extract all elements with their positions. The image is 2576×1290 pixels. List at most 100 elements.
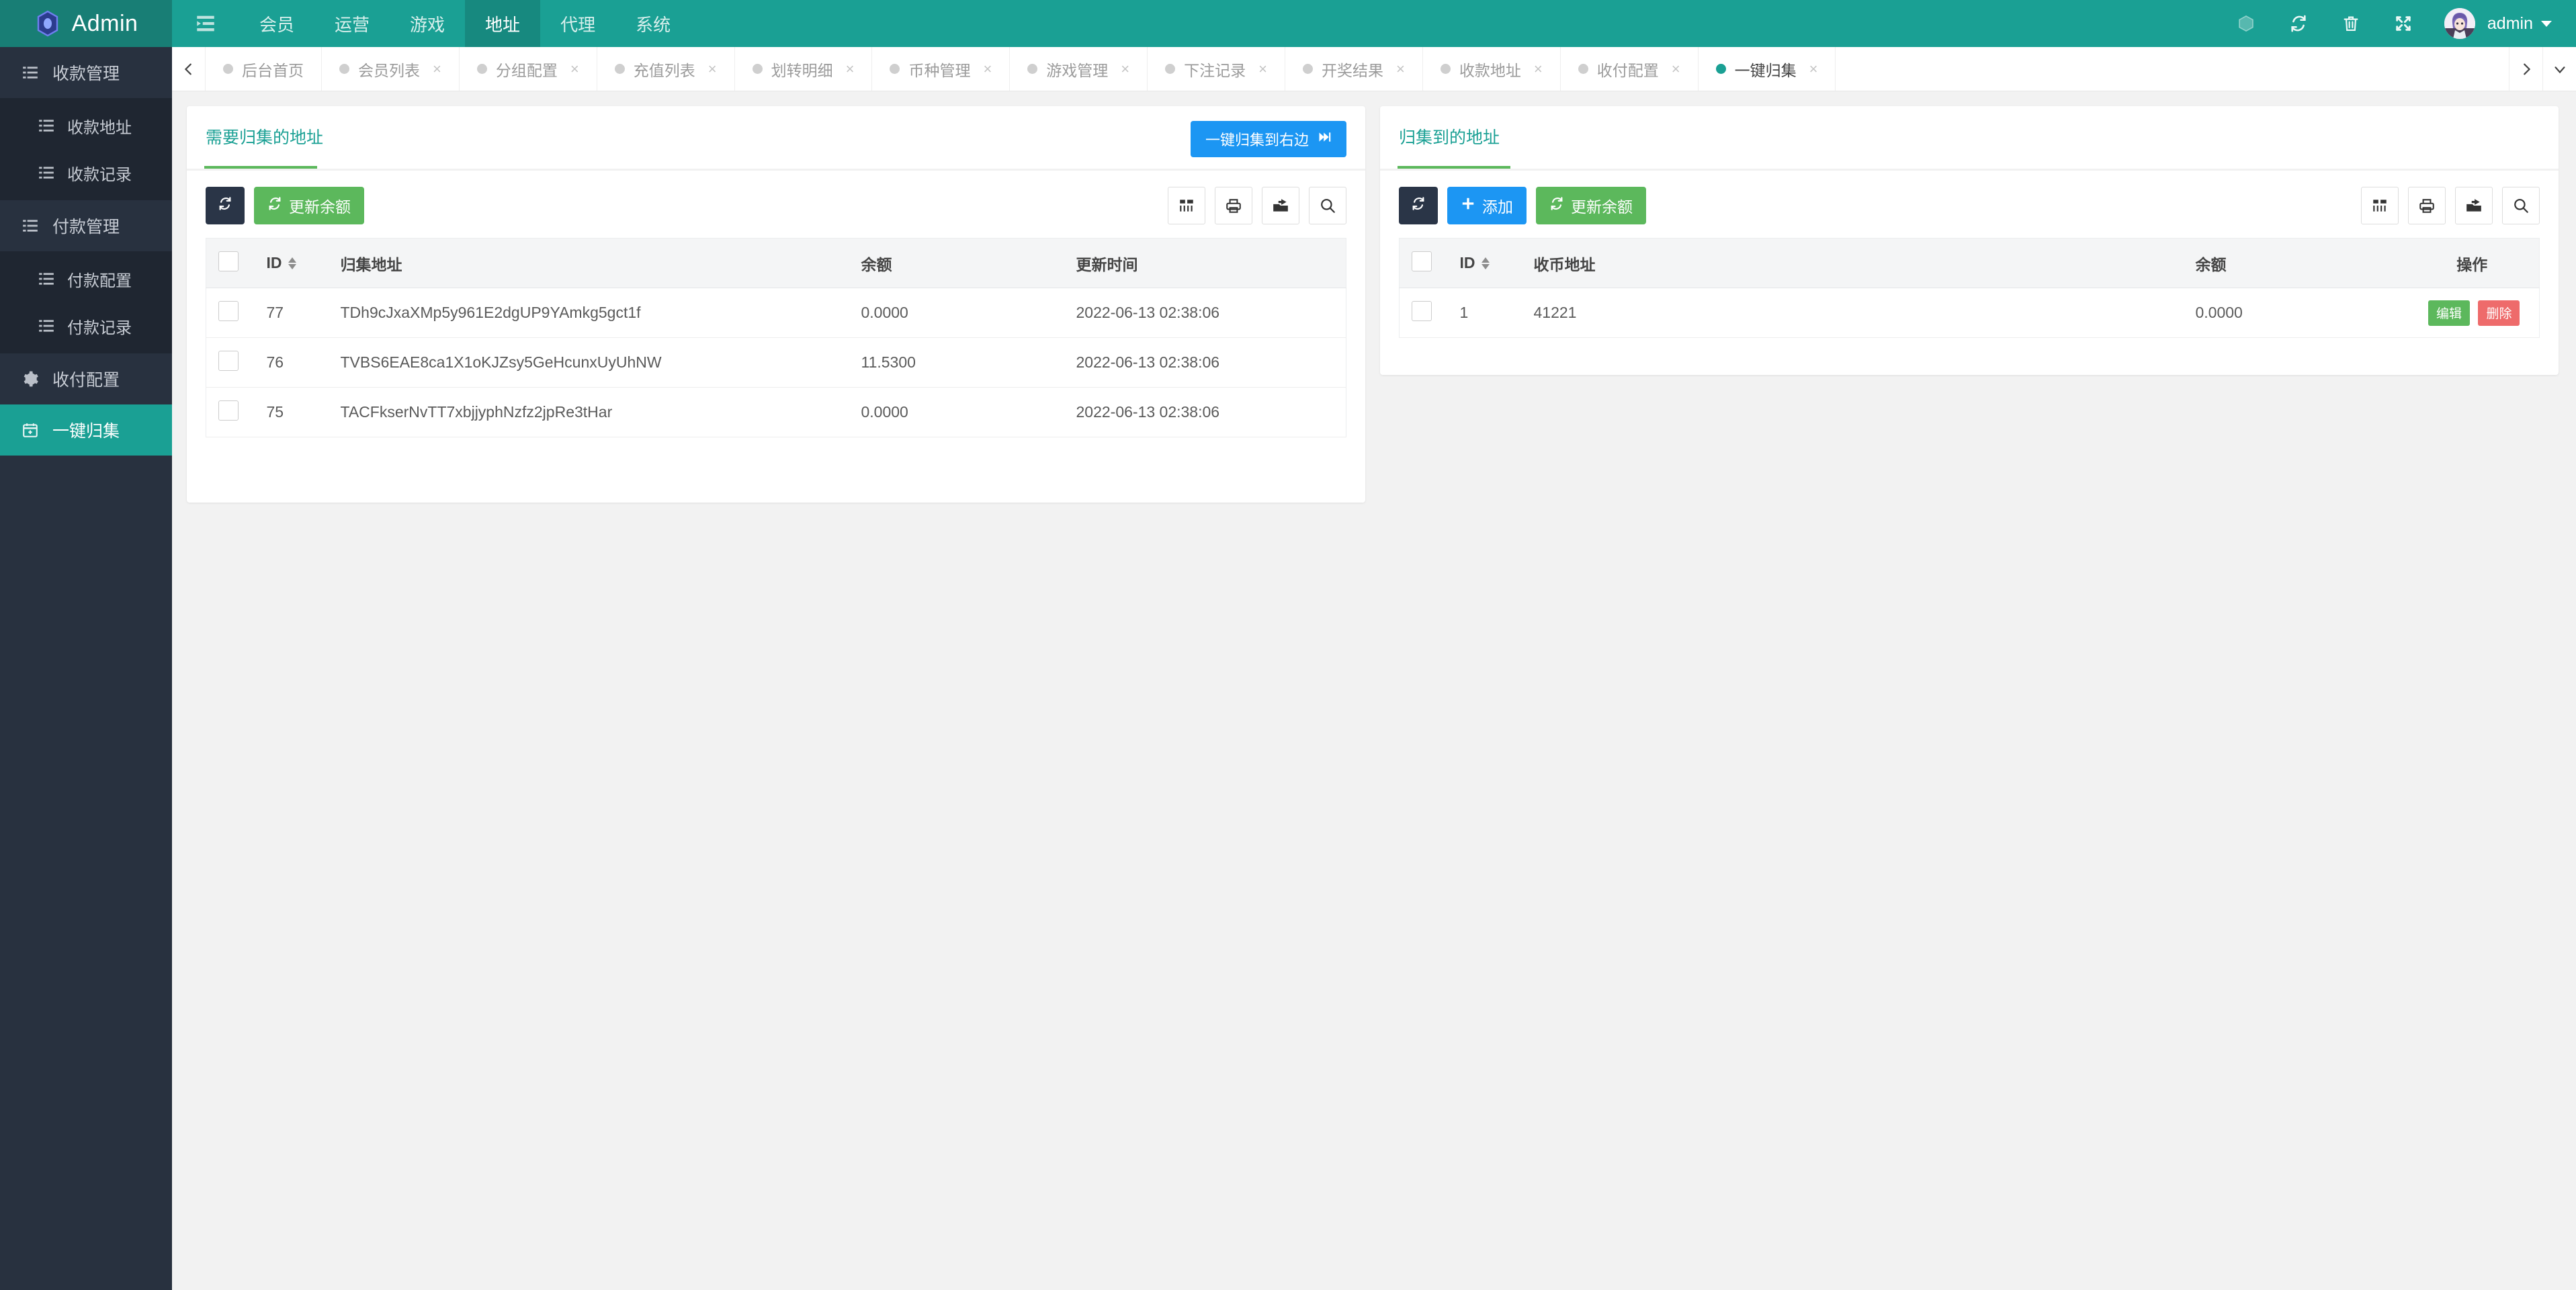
- right-table-head: ID 收币地址 余额 操作: [1399, 238, 2540, 288]
- fullscreen-icon[interactable]: [2377, 0, 2430, 47]
- brand-logo-area[interactable]: Admin: [0, 0, 172, 47]
- one-key-collect-to-right-button[interactable]: 一键归集到右边: [1190, 121, 1346, 157]
- nav-item-5[interactable]: 系统: [615, 0, 691, 47]
- table-row[interactable]: 76 TVBS6EAE8ca1X1oKJZsy5GeHcunxUyUhNW 11…: [206, 337, 1346, 388]
- sidebar-item-payment-record[interactable]: 付款记录: [0, 302, 172, 349]
- close-icon[interactable]: ×: [1672, 60, 1680, 78]
- close-icon[interactable]: ×: [983, 60, 992, 78]
- nav-item-2[interactable]: 游戏: [390, 0, 465, 47]
- calendar-plus-icon: [22, 421, 39, 439]
- sidebar-item-receipt-record[interactable]: 收款记录: [0, 149, 172, 196]
- print-icon[interactable]: [2408, 187, 2446, 224]
- close-icon[interactable]: ×: [433, 60, 441, 78]
- search-icon[interactable]: [1309, 187, 1346, 224]
- tab-label: 游戏管理: [1046, 61, 1109, 79]
- tab-status-dot: [890, 64, 900, 74]
- close-icon[interactable]: ×: [1809, 60, 1818, 78]
- left-update-balance-button[interactable]: 更新余额: [254, 187, 364, 224]
- user-name-label: admin: [2487, 13, 2533, 33]
- select-all-checkbox[interactable]: [218, 251, 239, 271]
- sort-arrows-icon[interactable]: [288, 257, 296, 269]
- left-toolbar: 更新余额: [206, 187, 1346, 224]
- tab-item-10[interactable]: 收付配置 ×: [1561, 47, 1699, 91]
- left-th-id[interactable]: ID: [254, 238, 329, 288]
- list-icon: [38, 317, 55, 335]
- tab-status-dot: [1440, 64, 1451, 74]
- chevron-down-icon[interactable]: [2542, 47, 2576, 91]
- columns-icon[interactable]: [1168, 187, 1205, 224]
- tab-item-3[interactable]: 充值列表 ×: [597, 47, 735, 91]
- chevron-right-icon[interactable]: [2509, 47, 2542, 91]
- nav-item-3[interactable]: 地址: [465, 0, 541, 47]
- nav-item-0[interactable]: 会员: [239, 0, 314, 47]
- close-icon[interactable]: ×: [1396, 60, 1405, 78]
- close-icon[interactable]: ×: [708, 60, 717, 78]
- right-panel-header: 归集到的地址: [1380, 106, 2559, 171]
- tab-label: 币种管理: [908, 61, 971, 79]
- row-updated-at: 2022-06-13 02:38:06: [1064, 387, 1346, 437]
- row-address: TDh9cJxaXMp5y961E2dgUP9YAmkg5gct1f: [328, 288, 849, 338]
- table-row[interactable]: 75 TACFkserNvTT7xbjjyphNzfz2jpRe3tHar 0.…: [206, 387, 1346, 437]
- sidebar-item-one-key-collect[interactable]: 一键归集: [0, 404, 172, 456]
- user-menu[interactable]: admin: [2487, 14, 2552, 34]
- tab-item-1[interactable]: 会员列表 ×: [322, 47, 460, 91]
- tab-item-7[interactable]: 下注记录 ×: [1148, 47, 1286, 91]
- table-row[interactable]: 77 TDh9cJxaXMp5y961E2dgUP9YAmkg5gct1f 0.…: [206, 288, 1346, 338]
- nav-item-1[interactable]: 运营: [314, 0, 390, 47]
- left-refresh-button[interactable]: [206, 187, 245, 224]
- close-icon[interactable]: ×: [846, 60, 855, 78]
- sidebar-item-receipt-address[interactable]: 收款地址: [0, 102, 172, 149]
- sidebar-collapse-icon[interactable]: [172, 0, 239, 47]
- right-th-id[interactable]: ID: [1447, 238, 1522, 288]
- close-icon[interactable]: ×: [1121, 60, 1129, 78]
- main-nav-menu: 会员 运营 游戏 地址 代理 系统: [239, 0, 691, 47]
- sort-arrows-icon[interactable]: [1481, 257, 1490, 269]
- close-icon[interactable]: ×: [1534, 60, 1543, 78]
- row-checkbox[interactable]: [218, 300, 239, 321]
- sidebar-submenu-receipt: 收款地址 收款记录: [0, 98, 172, 200]
- right-panel-tab[interactable]: 归集到的地址: [1399, 124, 1500, 153]
- tab-item-9[interactable]: 收款地址 ×: [1423, 47, 1561, 91]
- theme-hexagon-icon[interactable]: [2220, 0, 2272, 47]
- tab-item-2[interactable]: 分组配置 ×: [460, 47, 597, 91]
- close-icon[interactable]: ×: [570, 60, 579, 78]
- right-toolbar-icons: [2361, 187, 2540, 224]
- tab-status-dot: [476, 64, 487, 74]
- table-row[interactable]: 1 41221 0.0000 编辑 删除: [1399, 288, 2540, 338]
- tab-item-0[interactable]: 后台首页: [206, 47, 322, 91]
- avatar[interactable]: [2444, 8, 2475, 39]
- delete-button[interactable]: 删除: [2478, 300, 2520, 326]
- tab-item-11-active[interactable]: 一键归集 ×: [1699, 47, 1836, 91]
- select-all-checkbox[interactable]: [1412, 251, 1432, 271]
- row-checkbox[interactable]: [218, 400, 239, 421]
- nav-item-4[interactable]: 代理: [540, 0, 615, 47]
- sidebar-group-receipt-management[interactable]: 收款管理: [0, 47, 172, 98]
- refresh-icon[interactable]: [2272, 0, 2325, 47]
- right-update-balance-button[interactable]: 更新余额: [1536, 187, 1646, 224]
- close-icon[interactable]: ×: [1258, 60, 1267, 78]
- row-checkbox[interactable]: [1412, 300, 1432, 321]
- chevron-left-icon[interactable]: [172, 47, 206, 91]
- export-icon[interactable]: [2455, 187, 2493, 224]
- tab-item-5[interactable]: 币种管理 ×: [872, 47, 1011, 91]
- export-icon[interactable]: [1262, 187, 1299, 224]
- add-address-button[interactable]: 添加: [1447, 187, 1527, 224]
- row-checkbox[interactable]: [218, 350, 239, 371]
- edit-button[interactable]: 编辑: [2428, 300, 2471, 326]
- left-table-body: 77 TDh9cJxaXMp5y961E2dgUP9YAmkg5gct1f 0.…: [206, 288, 1346, 437]
- row-balance: 0.0000: [2183, 288, 2405, 338]
- sidebar-item-payment-config[interactable]: 付款配置: [0, 255, 172, 302]
- sidebar-group-payment-management[interactable]: 付款管理: [0, 200, 172, 251]
- table-header-row: ID 收币地址 余额 操作: [1399, 238, 2540, 288]
- left-panel-tab[interactable]: 需要归集的地址: [206, 124, 323, 153]
- tab-item-6[interactable]: 游戏管理 ×: [1010, 47, 1148, 91]
- trash-icon[interactable]: [2325, 0, 2377, 47]
- right-refresh-button[interactable]: [1399, 187, 1438, 224]
- columns-icon[interactable]: [2361, 187, 2399, 224]
- search-icon[interactable]: [2502, 187, 2540, 224]
- sidebar-item-payment-settings[interactable]: 收付配置: [0, 353, 172, 404]
- tab-item-4[interactable]: 划转明细 ×: [735, 47, 873, 91]
- list-icon: [38, 164, 55, 181]
- tab-item-8[interactable]: 开奖结果 ×: [1285, 47, 1423, 91]
- print-icon[interactable]: [1215, 187, 1252, 224]
